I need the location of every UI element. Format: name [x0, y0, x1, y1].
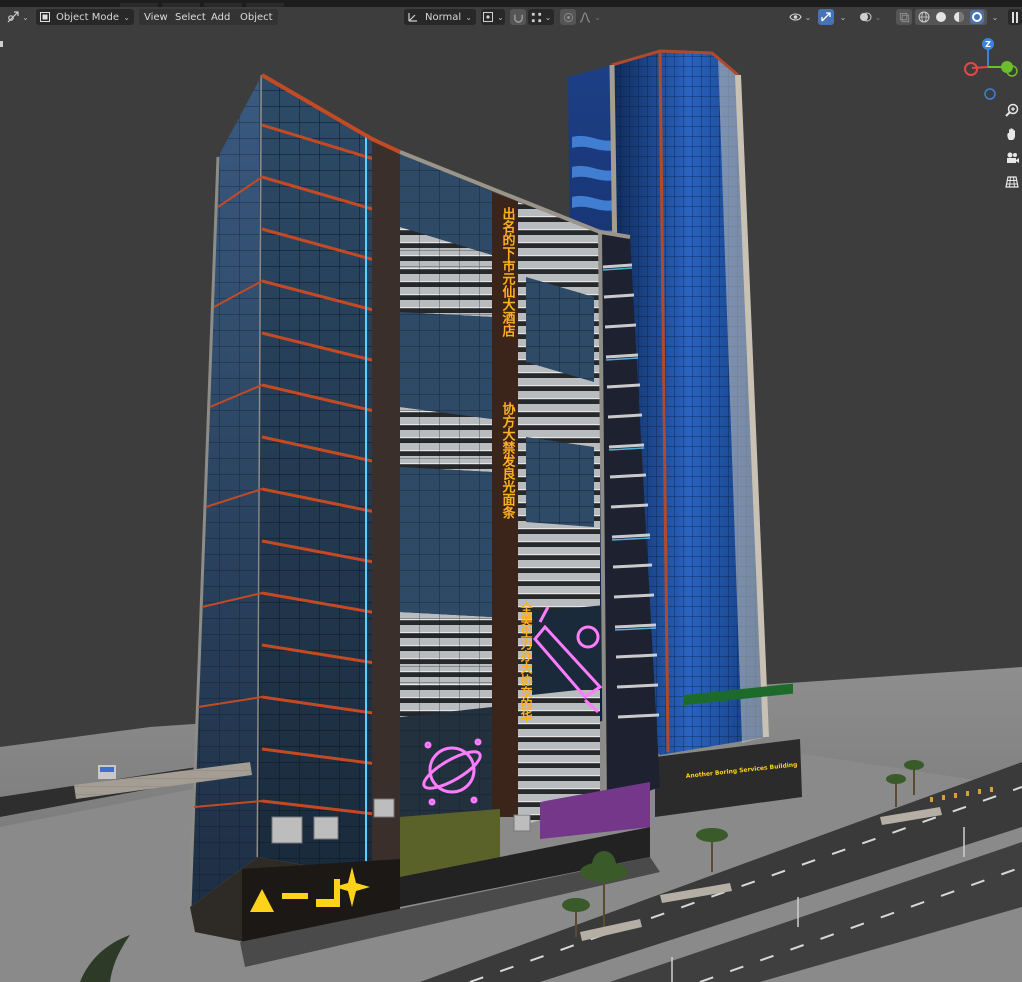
chevron-down-icon: ⌄ [123, 12, 130, 22]
xray-icon [899, 12, 909, 22]
solid-shading-icon [936, 12, 947, 22]
camera-view-icon [1007, 152, 1019, 163]
gizmo-dropdown[interactable]: ⌄ [836, 9, 850, 25]
shading-options-button[interactable]: ⌄ [988, 9, 1002, 25]
chevron-down-icon: ⌄ [804, 12, 812, 22]
chevron-down-icon: ⌄ [594, 12, 601, 22]
snap-icon [513, 14, 523, 23]
gizmo-toggle[interactable] [818, 9, 834, 25]
snap-target-icon [531, 12, 541, 22]
pan-hand-icon [1007, 128, 1015, 140]
neg-z-axis-handle[interactable] [984, 88, 996, 100]
menu-view[interactable]: View [139, 9, 173, 25]
pivot-point-icon [483, 12, 494, 22]
proportional-editing-icon [563, 12, 573, 22]
mode-label: Object Mode [56, 11, 119, 23]
transform-orientation-icon [408, 13, 417, 22]
visibility-icon [789, 13, 802, 21]
workspace-tabs [120, 0, 320, 8]
pan-button[interactable] [1002, 124, 1022, 144]
sidebar-toggle[interactable] [1008, 9, 1022, 25]
rendered-shading-button[interactable] [970, 10, 985, 24]
chevron-down-icon: ⌄ [874, 12, 882, 22]
menu-object[interactable]: Object [235, 9, 278, 25]
solid-shading-button[interactable] [935, 11, 947, 23]
grid-view-icon [1005, 176, 1019, 188]
menu-select[interactable]: Select [170, 9, 211, 25]
zoom-icon [1005, 103, 1019, 117]
shading-mode-group [915, 9, 987, 25]
visibility-button[interactable]: ⌄ [786, 9, 814, 25]
wireframe-shading-icon [918, 11, 930, 23]
orientation-label: Normal [425, 11, 462, 23]
mode-dropdown[interactable]: Object Mode ⌄ [36, 9, 134, 25]
object-mode-icon [40, 12, 50, 22]
snap-target-button[interactable]: ⌄ [528, 9, 554, 25]
chevron-down-icon: ⌄ [544, 12, 552, 22]
chevron-down-icon: ⌄ [465, 12, 472, 22]
grid-view-button[interactable] [1002, 172, 1022, 192]
zoom-button[interactable] [1002, 100, 1022, 120]
navigation-gizmo[interactable]: Z [958, 37, 1022, 105]
3d-viewport[interactable]: Another Boring Services Building 出名的下市元仙… [0, 27, 1022, 982]
falloff-icon [579, 11, 591, 23]
3d-viewport-icon [7, 11, 19, 23]
banner-text-2: 协方大禁发良光面条 [500, 401, 517, 520]
menu-add[interactable]: Add [206, 9, 236, 25]
chevron-down-icon: ⌄ [497, 12, 504, 22]
z-axis-label: Z [985, 40, 991, 49]
proportional-editing-toggle[interactable] [560, 9, 576, 25]
banner-text-1: 出名的下市元仙大酒店 [500, 206, 516, 338]
sidebar-toggle-icon [1012, 11, 1018, 23]
region-toggle-handle[interactable] [0, 41, 3, 47]
rendered-shading-icon [972, 12, 983, 22]
overlay-icon [859, 12, 872, 22]
x-axis-handle[interactable] [964, 62, 978, 76]
banner-text-3: 全美生力办大协奈的华 [519, 601, 533, 723]
snap-toggle[interactable] [510, 9, 526, 25]
chevron-down-icon: ⌄ [22, 12, 29, 22]
pivot-point-button[interactable]: ⌄ [481, 9, 505, 25]
scene-render: Another Boring Services Building 出名的下市元仙… [0, 49, 1022, 982]
material-shading-button[interactable] [953, 11, 965, 23]
shading-options-icon: ⌄ [991, 12, 999, 22]
camera-view-button[interactable] [1002, 148, 1022, 168]
overlay-button[interactable]: ⌄ [856, 9, 884, 25]
material-shading-icon [953, 12, 964, 22]
viewport-header: ⌄ Object Mode ⌄ View Select Add Object N… [0, 7, 1022, 27]
orientation-dropdown[interactable]: Normal ⌄ [404, 9, 476, 25]
topbar-strip [0, 0, 1022, 8]
wireframe-shading-button[interactable] [918, 11, 930, 23]
gizmo-icon [821, 12, 831, 22]
editor-type-button[interactable]: ⌄ [4, 9, 32, 25]
falloff-button[interactable]: ⌄ [578, 9, 602, 25]
chevron-down-icon: ⌄ [839, 12, 847, 22]
xray-toggle[interactable] [896, 9, 912, 25]
